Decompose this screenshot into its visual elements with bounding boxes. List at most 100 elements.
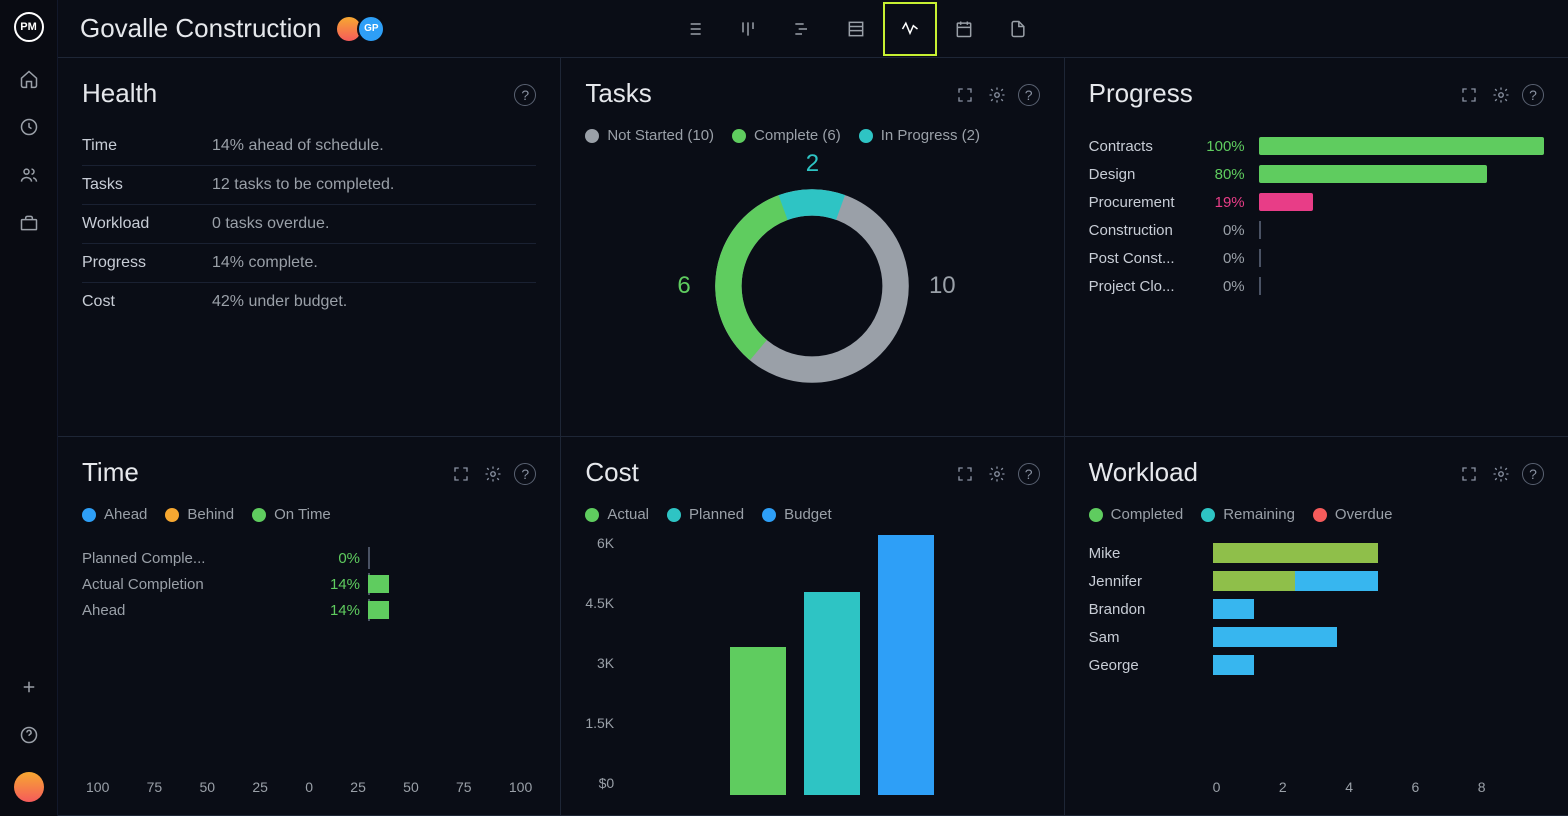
time-legend: AheadBehindOn Time [82,506,536,523]
tab-sheet[interactable] [829,2,883,56]
help-icon[interactable]: ? [1018,84,1040,106]
legend-item: In Progress (2) [859,127,980,144]
legend-label: Actual [607,506,649,523]
health-value: 14% ahead of schedule. [212,137,384,155]
card-title: Workload [1089,457,1198,488]
time-name: Planned Comple... [82,550,312,567]
expand-icon[interactable] [954,84,976,106]
add-icon[interactable] [18,676,40,698]
tab-gantt[interactable] [775,2,829,56]
tab-board[interactable] [721,2,775,56]
tab-dashboard[interactable] [883,2,937,56]
health-key: Cost [82,293,212,311]
workload-legend: CompletedRemainingOverdue [1089,506,1544,523]
health-key: Workload [82,215,212,233]
gear-icon[interactable] [1490,463,1512,485]
gear-icon[interactable] [986,84,1008,106]
legend-dot-icon [585,129,599,143]
project-title: Govalle Construction [80,13,321,44]
legend-dot-icon [165,508,179,522]
card-cost: Cost ? ActualPlannedBudget 6K4.5K3K1.5K$… [561,437,1064,816]
expand-icon[interactable] [954,463,976,485]
member-avatars[interactable]: GP [341,15,385,43]
progress-value: 0% [1203,250,1245,267]
donut-label-right: 10 [929,272,956,300]
workload-bar [1213,655,1544,675]
legend-label: Completed [1111,506,1184,523]
progress-value: 0% [1203,278,1245,295]
workload-row: Mike [1089,543,1544,563]
progress-name: Project Clo... [1089,278,1189,295]
progress-name: Design [1089,166,1189,183]
progress-row: Construction 0% [1089,221,1544,239]
help-icon[interactable]: ? [514,463,536,485]
progress-bar [1259,221,1544,239]
expand-icon[interactable] [450,463,472,485]
app-logo[interactable]: PM [14,12,44,42]
workload-row: Sam [1089,627,1544,647]
legend-item: On Time [252,506,331,523]
legend-item: Completed [1089,506,1184,523]
health-value: 12 tasks to be completed. [212,176,394,194]
progress-name: Post Const... [1089,250,1189,267]
health-key: Time [82,137,212,155]
user-avatar[interactable] [14,772,44,802]
gear-icon[interactable] [986,463,1008,485]
legend-item: Budget [762,506,832,523]
help-icon[interactable]: ? [514,84,536,106]
time-name: Actual Completion [82,576,312,593]
cost-y-axis: 6K4.5K3K1.5K$0 [585,535,624,795]
progress-row: Procurement 19% [1089,193,1544,211]
tab-list[interactable] [667,2,721,56]
time-row: Planned Comple... 0% [82,549,536,567]
legend-label: In Progress (2) [881,127,980,144]
health-key: Tasks [82,176,212,194]
legend-dot-icon [585,508,599,522]
legend-label: Complete (6) [754,127,841,144]
help-icon[interactable]: ? [1018,463,1040,485]
time-bar [368,549,536,567]
progress-bar [1259,277,1544,295]
legend-dot-icon [859,129,873,143]
avatar[interactable]: GP [357,15,385,43]
legend-label: On Time [274,506,331,523]
card-progress: Progress ? Contracts 100% Design 80% Pro… [1065,58,1568,437]
bar-actual [730,647,786,795]
help-icon[interactable]: ? [1522,84,1544,106]
bar-budget [878,535,934,795]
gear-icon[interactable] [1490,84,1512,106]
help-rail-icon[interactable] [18,724,40,746]
tasks-donut: 2 6 10 [585,156,1039,416]
tab-files[interactable] [991,2,1045,56]
help-icon[interactable]: ? [1522,463,1544,485]
progress-value: 100% [1203,138,1245,155]
time-bar [368,575,536,593]
briefcase-icon[interactable] [18,212,40,234]
health-value: 42% under budget. [212,293,347,311]
clock-icon[interactable] [18,116,40,138]
expand-icon[interactable] [1458,84,1480,106]
expand-icon[interactable] [1458,463,1480,485]
workload-bar [1213,599,1544,619]
cost-legend: ActualPlannedBudget [585,506,1039,523]
team-icon[interactable] [18,164,40,186]
tab-calendar[interactable] [937,2,991,56]
progress-row: Post Const... 0% [1089,249,1544,267]
health-value: 0 tasks overdue. [212,215,329,233]
home-icon[interactable] [18,68,40,90]
card-time: Time ? AheadBehindOn Time Planned Comple… [58,437,561,816]
card-title: Tasks [585,78,651,109]
legend-dot-icon [82,508,96,522]
left-rail: PM [0,0,58,816]
legend-label: Behind [187,506,234,523]
workload-bar [1213,627,1544,647]
gear-icon[interactable] [482,463,504,485]
workload-axis: 02468 [1089,779,1544,795]
health-row: Tasks12 tasks to be completed. [82,166,536,205]
workload-name: Jennifer [1089,573,1213,590]
progress-bar [1259,165,1544,183]
card-workload: Workload ? CompletedRemainingOverdue Mik… [1065,437,1568,816]
legend-label: Not Started (10) [607,127,714,144]
legend-item: Remaining [1201,506,1295,523]
legend-dot-icon [732,129,746,143]
